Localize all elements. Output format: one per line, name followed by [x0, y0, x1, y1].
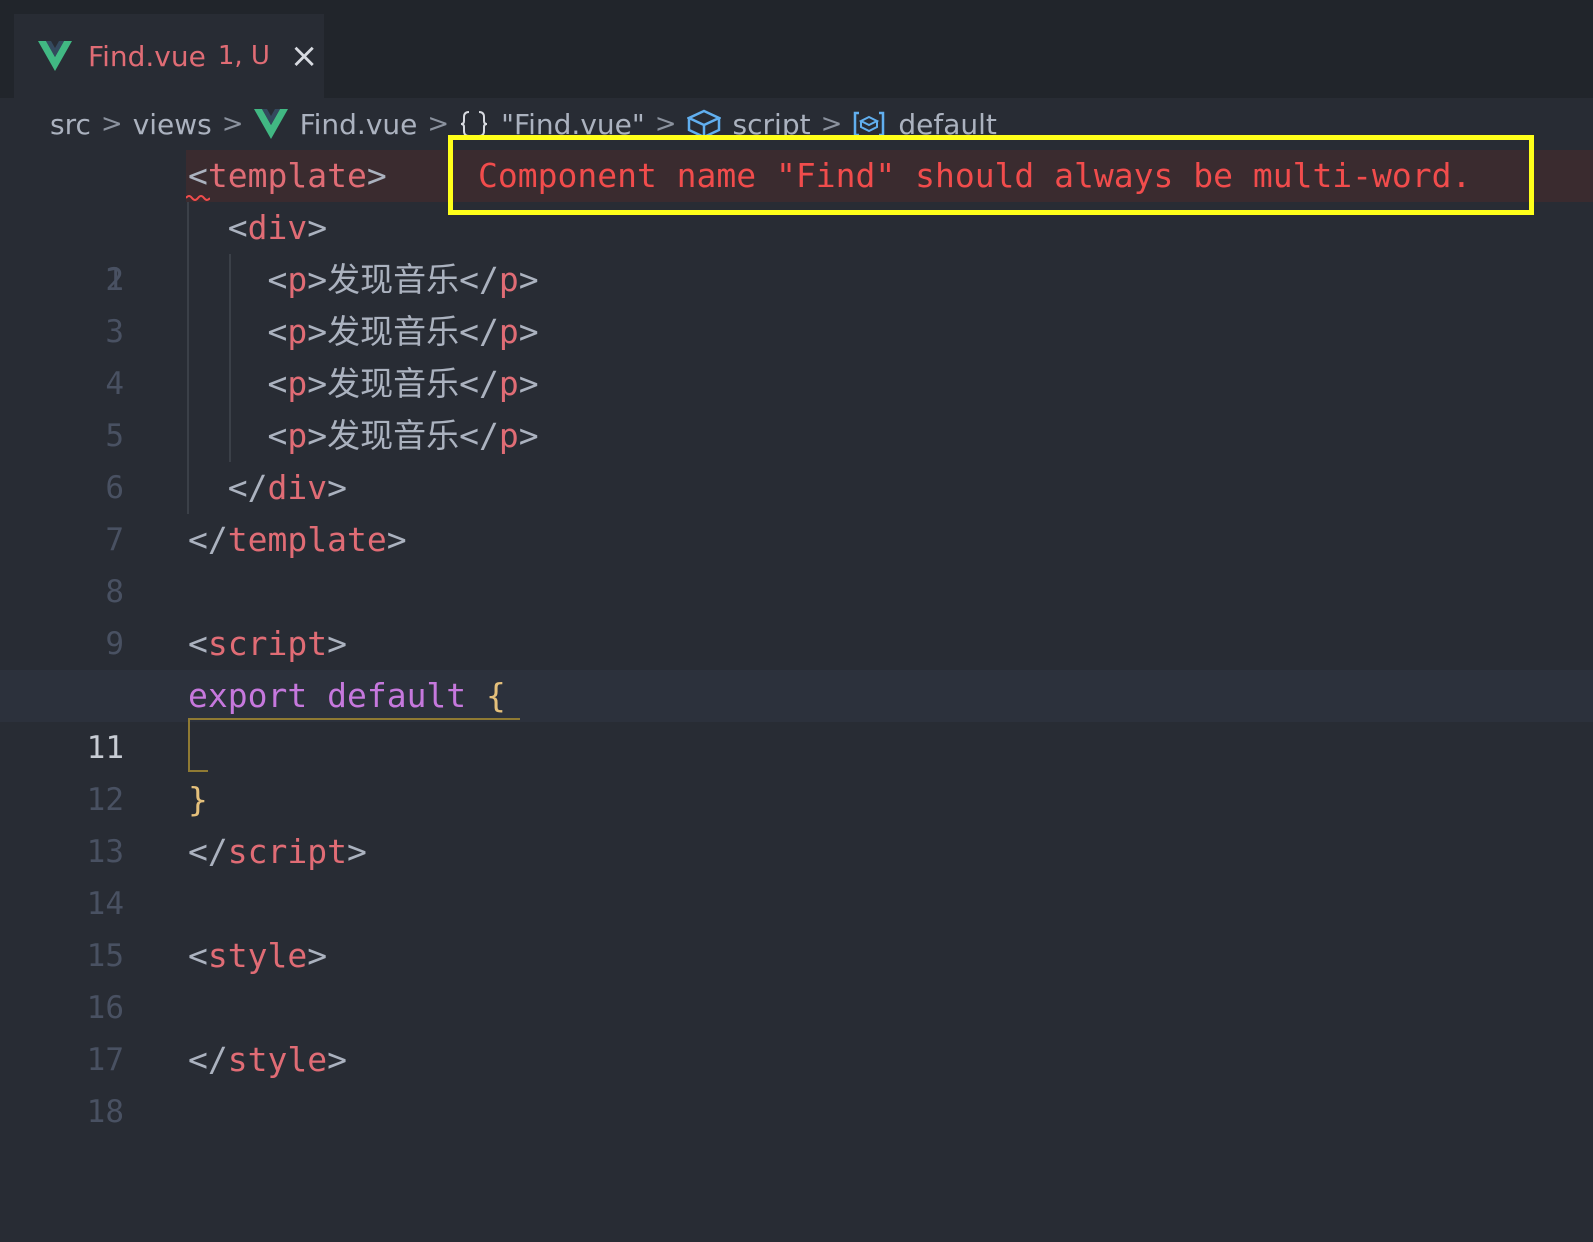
breadcrumb-views[interactable]: views [133, 108, 212, 141]
code-text: </script> [188, 832, 367, 871]
chevron-right-icon: > [100, 109, 123, 139]
code-line-7: 7 </div> [0, 462, 1593, 558]
code-line-5: 5 <p>发现音乐</p> [0, 358, 1593, 454]
code-line-9: 9 [0, 566, 1593, 662]
breadcrumb-file-label: Find.vue [299, 107, 418, 141]
code-editor[interactable]: 1 <template> 2 <div> 3 <p>发现音乐</p> 4 <p>… [0, 150, 1593, 1130]
code-line-13: 13 } [0, 774, 1593, 870]
code-text: <script> [188, 624, 347, 663]
bracket-guide [188, 718, 520, 720]
chevron-right-icon: > [427, 109, 450, 139]
code-line-3: 3 <p>发现音乐</p> [0, 254, 1593, 350]
code-line-14: 14 </script> [0, 826, 1593, 922]
code-line-12: 12 [0, 722, 1593, 818]
tab-bar: Find.vue 1, U × [0, 0, 1593, 98]
code-text: <p>发现音乐</p> [267, 416, 539, 455]
code-line-15: 15 [0, 878, 1593, 974]
code-line-10: 10 <script> [0, 618, 1593, 714]
code-line-6: 6 <p>发现音乐</p> [0, 410, 1593, 506]
annotation-highlight-box [448, 135, 1534, 215]
code-text: <style> [188, 936, 328, 975]
code-text: } [188, 780, 208, 819]
tab-find-vue[interactable]: Find.vue 1, U × [14, 14, 324, 98]
code-text: <p>发现音乐</p> [267, 312, 539, 351]
code-line-18: 18 </style> [0, 1034, 1593, 1130]
breadcrumb-src[interactable]: src [50, 108, 91, 141]
code-text: <p>发现音乐</p> [267, 260, 539, 299]
line-number: 18 [86, 1094, 124, 1130]
chevron-right-icon: > [221, 109, 244, 139]
code-text: </style> [188, 1040, 347, 1079]
vue-icon [38, 41, 72, 71]
tab-status: 1, U [217, 41, 270, 71]
code-text: export default { [188, 676, 506, 715]
tab-filename: Find.vue [88, 39, 206, 73]
code-text: </template> [188, 520, 407, 559]
breadcrumb-file[interactable]: Find.vue [253, 107, 418, 141]
error-squiggle-icon [186, 195, 210, 201]
code-line-11: 11 export default { [0, 670, 1593, 766]
code-text: </div> [227, 468, 347, 507]
code-line-17: 17 [0, 982, 1593, 1078]
vue-icon [253, 109, 288, 139]
variable-icon [854, 111, 885, 137]
code-text: <p>发现音乐</p> [267, 364, 539, 403]
bracket-guide [188, 720, 208, 772]
code-line-16: 16 <style> [0, 930, 1593, 1026]
code-line-4: 4 <p>发现音乐</p> [0, 306, 1593, 402]
code-text: <template> [188, 156, 387, 195]
close-icon[interactable]: × [290, 39, 319, 73]
code-text: <div> [227, 208, 328, 247]
code-line-8: 8 </template> [0, 514, 1593, 610]
